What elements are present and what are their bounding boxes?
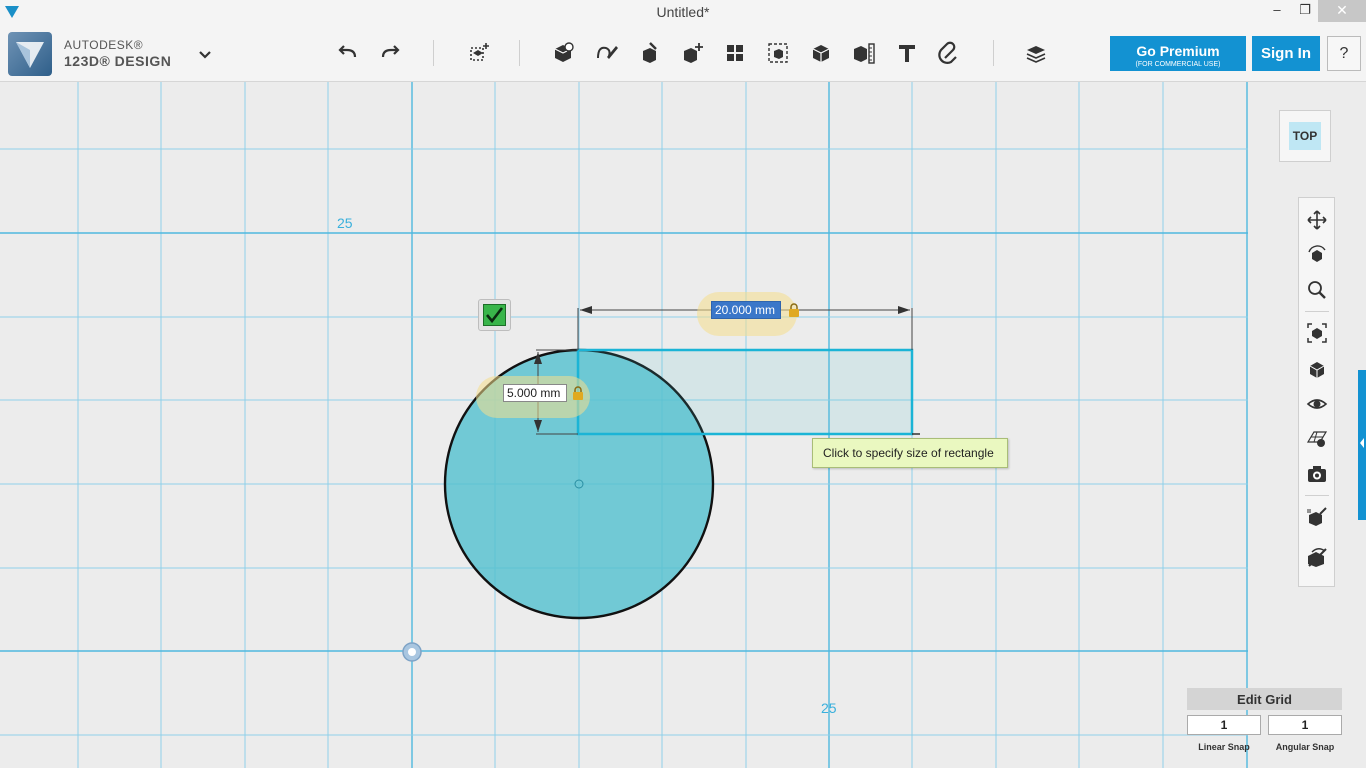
material-icon: [1026, 46, 1046, 63]
width-dimension-input[interactable]: [711, 301, 781, 319]
lock-icon[interactable]: [788, 303, 800, 317]
measure-button[interactable]: [847, 36, 881, 70]
go-premium-sublabel: (FOR COMMERCIAL USE): [1135, 60, 1221, 68]
angular-snap-label: Angular Snap: [1275, 742, 1335, 752]
grid-and-sketch: [0, 82, 1248, 768]
undo-button[interactable]: [331, 36, 365, 70]
measure-icon: [854, 43, 875, 64]
angular-snap-input[interactable]: [1268, 715, 1342, 735]
design-canvas[interactable]: [0, 82, 1366, 768]
edit-grid-panel: Edit Grid Linear Snap Angular Snap: [1187, 688, 1342, 768]
origin-marker-center: [408, 648, 416, 656]
grouping-button[interactable]: [761, 36, 795, 70]
hide-button[interactable]: [1304, 544, 1330, 570]
chevron-down-icon[interactable]: [196, 46, 214, 62]
primitives-icon: [554, 42, 574, 62]
rectangle-sketch: [576, 348, 914, 436]
material-display-button[interactable]: [1304, 426, 1330, 452]
snap-settings-icon: [1307, 507, 1327, 526]
sketch-button[interactable]: [589, 36, 623, 70]
transform-button[interactable]: [461, 36, 495, 70]
snap-button[interactable]: [933, 36, 967, 70]
perspective-icon: [1309, 362, 1325, 378]
go-premium-label: Go Premium: [1136, 42, 1220, 59]
combine-icon: [812, 45, 830, 62]
orbit-icon: [1308, 245, 1326, 262]
perspective-button[interactable]: [1304, 356, 1330, 382]
orbit-button[interactable]: [1304, 242, 1330, 268]
grid-label-bottom: 25: [821, 700, 837, 716]
grouping-icon: [768, 43, 788, 63]
main-toolbar: AUTODESK® 123D® DESIGN Go Premium (FOR C…: [0, 24, 1366, 82]
navbar-separator: [1305, 495, 1329, 496]
construct-button[interactable]: [632, 36, 666, 70]
toolbar-separator: [433, 40, 434, 66]
toolbar-separator: [993, 40, 994, 66]
window-title: Untitled*: [656, 4, 710, 20]
checkmark-icon: [483, 304, 506, 326]
edit-grid-button[interactable]: Edit Grid: [1187, 688, 1342, 710]
camera-icon: [1308, 466, 1326, 482]
modify-icon: [684, 43, 703, 63]
pattern-icon: [727, 45, 743, 61]
brand-line2: 123D® DESIGN: [64, 53, 172, 69]
toolbar-separator: [519, 40, 520, 66]
text-button[interactable]: [890, 36, 924, 70]
confirm-sketch-button[interactable]: [478, 299, 511, 331]
view-cube[interactable]: TOP: [1279, 110, 1331, 162]
construct-icon: [643, 42, 657, 63]
material-display-icon: [1306, 431, 1328, 447]
fit-icon: [1307, 323, 1327, 343]
pattern-button[interactable]: [718, 36, 752, 70]
linear-snap-label: Linear Snap: [1198, 742, 1250, 752]
sketch-icon: [597, 46, 618, 59]
app-logo[interactable]: [8, 32, 52, 76]
tooltip: Click to specify size of rectangle: [812, 438, 1008, 468]
primitives-button[interactable]: [546, 36, 580, 70]
hide-icon: [1308, 548, 1327, 567]
snap-settings-button[interactable]: [1304, 504, 1330, 530]
lock-icon[interactable]: [572, 386, 584, 400]
title-bar: Untitled* – ❐ ✕: [0, 0, 1366, 24]
height-dimension-input[interactable]: [503, 384, 567, 402]
logo-icon: [16, 42, 44, 68]
pan-icon: [1307, 210, 1327, 230]
screenshot-button[interactable]: [1304, 461, 1330, 487]
sign-in-button[interactable]: Sign In: [1252, 36, 1320, 71]
pan-button[interactable]: [1304, 207, 1330, 233]
fit-button[interactable]: [1304, 320, 1330, 346]
go-premium-button[interactable]: Go Premium (FOR COMMERCIAL USE): [1110, 36, 1246, 71]
maximize-button[interactable]: ❐: [1290, 0, 1320, 22]
zoom-button[interactable]: [1304, 277, 1330, 303]
close-button[interactable]: ✕: [1318, 0, 1366, 22]
snap-icon: [938, 41, 957, 64]
text-icon: [899, 45, 915, 62]
grid-label-left: 25: [337, 215, 353, 231]
modify-button[interactable]: [675, 36, 709, 70]
visibility-button[interactable]: [1304, 391, 1330, 417]
combine-button[interactable]: [804, 36, 838, 70]
linear-snap-input[interactable]: [1187, 715, 1261, 735]
redo-button[interactable]: [373, 36, 407, 70]
material-button[interactable]: [1019, 36, 1053, 70]
view-cube-face[interactable]: TOP: [1289, 122, 1321, 150]
transform-icon: [470, 43, 489, 61]
navigation-bar: [1298, 197, 1335, 587]
chevron-left-icon: [1360, 438, 1364, 448]
zoom-icon: [1308, 281, 1326, 299]
brand-line1: AUTODESK®: [64, 38, 144, 52]
help-button[interactable]: ?: [1327, 36, 1361, 71]
navbar-separator: [1305, 311, 1329, 312]
minimize-button[interactable]: –: [1262, 0, 1292, 22]
redo-icon: [381, 45, 400, 58]
undo-icon: [338, 45, 357, 58]
eye-icon: [1306, 399, 1328, 409]
